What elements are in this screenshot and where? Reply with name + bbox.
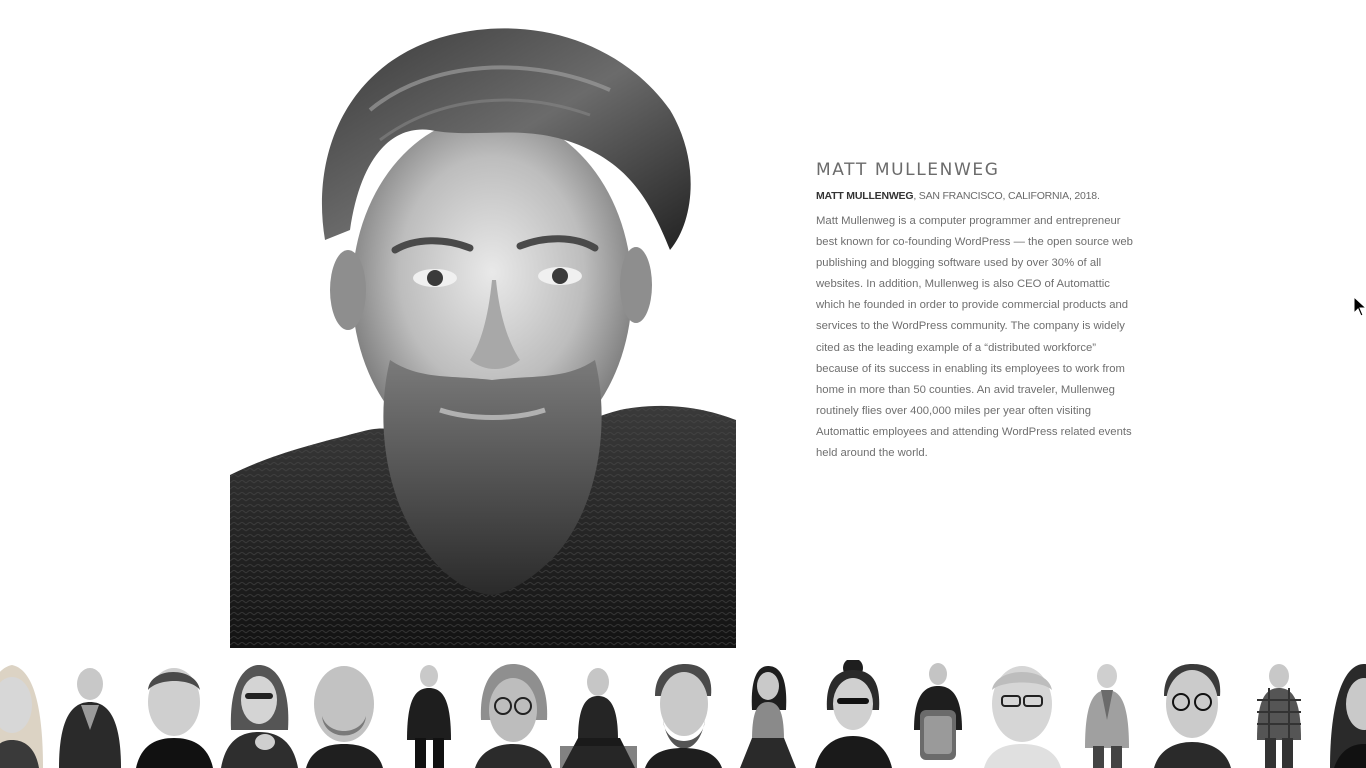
caption-location-year: , SAN FRANCISCO, CALIFORNIA, 2018.: [913, 190, 1100, 202]
portrait-thumbnail[interactable]: [1154, 660, 1231, 768]
portrait-thumbnail[interactable]: [815, 660, 892, 768]
portrait-thumbnail[interactable]: [1239, 660, 1316, 768]
portrait-thumbnail-strip: [0, 660, 1366, 768]
portrait-thumbnail[interactable]: [900, 660, 977, 768]
main-portrait-image: [230, 0, 736, 648]
photo-caption: MATT MULLENWEG, SAN FRANCISCO, CALIFORNI…: [816, 188, 1134, 204]
mouse-cursor-icon: [1353, 296, 1366, 317]
portrait-thumbnail[interactable]: [1324, 660, 1366, 768]
portrait-thumbnail[interactable]: [984, 660, 1061, 768]
page: MATT MULLENWEG MATT MULLENWEG, SAN FRANC…: [0, 0, 1366, 768]
portrait-thumbnail[interactable]: [391, 660, 468, 768]
portrait-thumbnail[interactable]: [136, 660, 213, 768]
portrait-thumbnail[interactable]: [475, 660, 552, 768]
bio-panel: MATT MULLENWEG MATT MULLENWEG, SAN FRANC…: [816, 158, 1134, 464]
portrait-thumbnail[interactable]: [0, 660, 44, 768]
caption-name: MATT MULLENWEG: [816, 190, 914, 202]
person-name: MATT MULLENWEG: [816, 160, 1000, 180]
portrait-thumbnail[interactable]: [645, 660, 722, 768]
portrait-thumbnail[interactable]: [730, 660, 807, 768]
portrait-thumbnail[interactable]: [51, 660, 128, 768]
bio-text: Matt Mullenweg is a computer programmer …: [816, 215, 1133, 460]
portrait-thumbnail[interactable]: [221, 660, 298, 768]
portrait-thumbnail[interactable]: [1069, 660, 1146, 768]
portrait-thumbnail[interactable]: [306, 660, 383, 768]
portrait-thumbnail[interactable]: [560, 660, 637, 768]
